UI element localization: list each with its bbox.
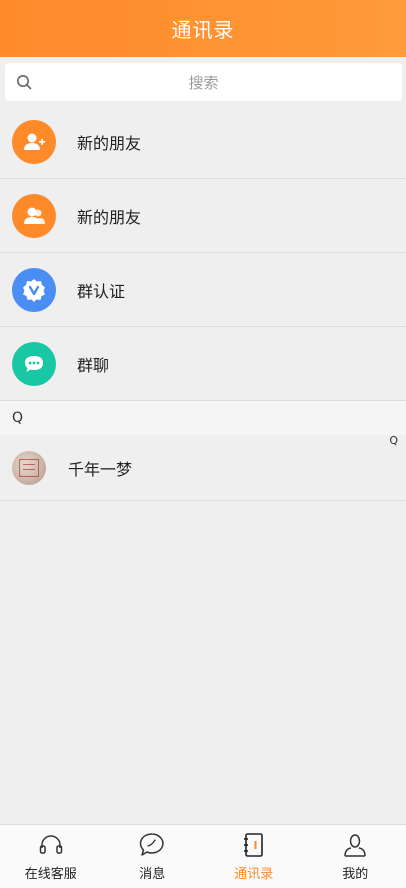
tab-label: 通讯录 [234, 867, 274, 882]
chat-bubble-icon [140, 833, 164, 856]
search-icon [17, 75, 32, 90]
search-placeholder: 搜索 [188, 73, 219, 92]
search-input[interactable]: 搜索 [5, 63, 402, 101]
menu-item-label: 群聊 [77, 355, 110, 375]
menu-item-group-chat[interactable]: 群聊 [0, 327, 406, 401]
search-bar: 搜索 [0, 57, 406, 105]
tab-online-service[interactable]: 在线客服 [0, 825, 102, 888]
tab-label: 我的 [342, 867, 369, 882]
bottom-tab-bar: 在线客服 消息 通讯录 我的 [0, 824, 406, 888]
page-title: 通讯录 [171, 18, 235, 42]
menu-item-new-friends[interactable]: 新的朋友 [0, 105, 406, 179]
menu-item-label: 新的朋友 [77, 207, 142, 227]
menu-item-label: 群认证 [77, 281, 126, 301]
verified-badge-icon [12, 267, 56, 312]
tab-me[interactable]: 我的 [305, 825, 406, 888]
section-header-q: Q [0, 401, 406, 435]
group-chat-icon [12, 341, 56, 386]
contact-item[interactable]: 千年一梦 [0, 435, 406, 501]
contacts-menu: 新的朋友 新的朋友 群认证 群聊 Q 千年一梦 [0, 105, 406, 501]
index-bar-letter-q[interactable]: Q [389, 434, 398, 447]
menu-item-new-friends-2[interactable]: 新的朋友 [0, 179, 406, 253]
headset-icon [39, 835, 62, 854]
person-icon [344, 834, 366, 857]
address-book-icon [243, 833, 263, 857]
contact-name: 千年一梦 [68, 459, 133, 479]
tab-contacts[interactable]: 通讯录 [203, 825, 305, 888]
tab-label: 在线客服 [24, 867, 77, 882]
tab-messages[interactable]: 消息 [102, 825, 204, 888]
menu-item-label: 新的朋友 [77, 133, 142, 153]
add-friend-icon [12, 119, 56, 164]
app-header: 通讯录 [0, 0, 406, 57]
tab-label: 消息 [139, 867, 166, 882]
avatar [12, 450, 46, 485]
friends-icon [12, 193, 56, 238]
menu-item-group-verification[interactable]: 群认证 [0, 253, 406, 327]
